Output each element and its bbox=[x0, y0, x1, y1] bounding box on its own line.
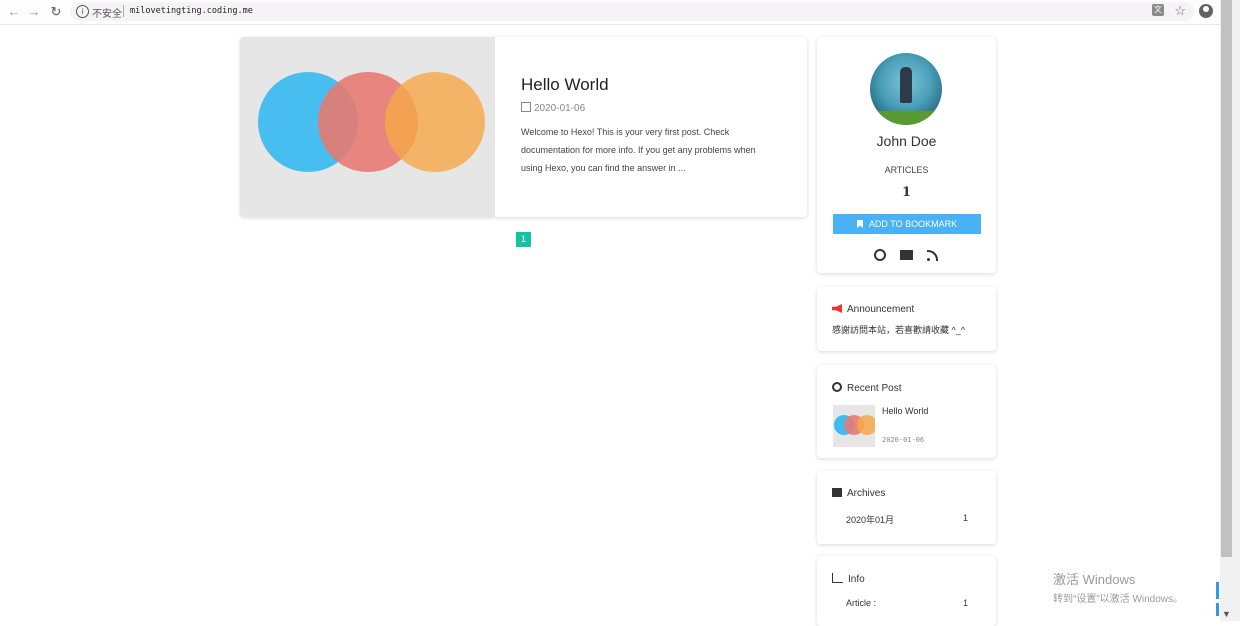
archive-item[interactable]: 2020年01月 1 bbox=[846, 513, 968, 526]
info-card: Info Article : 1 bbox=[817, 556, 996, 626]
recent-post-item-date: 2020-01-06 bbox=[882, 436, 925, 444]
profile-card: John Doe ARTICLES 1 ADD TO BOOKMARK bbox=[817, 37, 996, 273]
scroll-down-icon[interactable]: ▼ bbox=[1222, 609, 1231, 619]
recent-post-title: Recent Post bbox=[847, 383, 902, 394]
info-item: Article : 1 bbox=[846, 598, 968, 608]
calendar-icon bbox=[521, 102, 531, 112]
info-icon[interactable]: i bbox=[76, 5, 89, 18]
url-text[interactable]: milovetingting.coding.me bbox=[130, 6, 253, 16]
github-icon[interactable] bbox=[873, 248, 886, 261]
archives-heading: Archives bbox=[832, 488, 885, 499]
social-links bbox=[817, 246, 996, 264]
post-date-text: 2020-01-06 bbox=[534, 103, 586, 114]
avatar bbox=[870, 53, 942, 125]
recent-post-card: Recent Post Hello World 2020-01-06 bbox=[817, 365, 996, 458]
bookmark-label: ADD TO BOOKMARK bbox=[868, 219, 958, 229]
email-icon[interactable] bbox=[900, 249, 913, 260]
profile-icon[interactable] bbox=[1199, 4, 1213, 18]
archive-item-label: 2020年01月 bbox=[846, 515, 895, 525]
info-item-label: Article : bbox=[846, 598, 877, 608]
windows-activation-watermark: 激活 Windows 转到“设置”以激活 Windows。 bbox=[1053, 569, 1183, 605]
divider bbox=[123, 5, 124, 17]
megaphone-icon bbox=[832, 304, 842, 313]
back-arrow-icon[interactable]: ← bbox=[6, 4, 22, 20]
pagination-current[interactable]: 1 bbox=[516, 232, 531, 247]
thumbnail-circle bbox=[857, 415, 875, 435]
scrollbar-thumb[interactable] bbox=[1221, 0, 1232, 557]
author-name: John Doe bbox=[876, 133, 937, 149]
reload-icon[interactable]: ↻ bbox=[48, 4, 64, 20]
add-to-bookmark-button[interactable]: ADD TO BOOKMARK bbox=[833, 214, 981, 234]
archive-icon bbox=[832, 488, 842, 497]
security-label: 不安全 bbox=[92, 9, 122, 20]
post-title[interactable]: Hello World bbox=[521, 75, 609, 95]
browser-toolbar: ← → ↻ i 不安全 milovetingting.coding.me 文 ☆ bbox=[0, 0, 1220, 25]
info-item-count: 1 bbox=[962, 598, 968, 608]
articles-count[interactable]: 1 bbox=[817, 185, 996, 200]
page-scrollbar[interactable]: ▼ bbox=[1216, 0, 1240, 621]
bookmark-icon bbox=[856, 220, 863, 228]
archive-item-count: 1 bbox=[962, 513, 968, 523]
archives-title: Archives bbox=[847, 488, 886, 499]
thumbnail-circle bbox=[385, 72, 485, 172]
post-thumbnail[interactable] bbox=[240, 37, 495, 217]
announcement-text: 感謝訪問本站，若喜歡請收藏 ^_^ bbox=[832, 325, 965, 335]
forward-arrow-icon[interactable]: → bbox=[26, 4, 42, 20]
post-excerpt: Welcome to Hexo! This is your very first… bbox=[521, 127, 756, 173]
announcement-heading: Announcement bbox=[832, 304, 914, 315]
avatar-grass bbox=[870, 111, 942, 125]
bookmark-star-icon[interactable]: ☆ bbox=[1174, 3, 1186, 19]
recent-post-item-title[interactable]: Hello World bbox=[882, 406, 928, 416]
recent-post-heading: Recent Post bbox=[832, 382, 901, 394]
address-bar[interactable]: i 不安全 milovetingting.coding.me 文 ☆ bbox=[70, 2, 1194, 21]
recent-post-thumbnail[interactable] bbox=[833, 405, 875, 447]
post-date: 2020-01-06 bbox=[521, 102, 585, 114]
rss-icon[interactable] bbox=[927, 249, 939, 261]
line-chart-icon bbox=[832, 573, 843, 583]
avatar-figure bbox=[900, 67, 912, 103]
scroll-indicator bbox=[1216, 582, 1219, 599]
watermark-line1: 激活 Windows bbox=[1053, 572, 1136, 587]
post-card[interactable]: Hello World 2020-01-06 Welcome to Hexo! … bbox=[240, 37, 807, 217]
info-heading: Info bbox=[832, 573, 865, 585]
archives-card: Archives 2020年01月 1 bbox=[817, 471, 996, 544]
translate-icon[interactable]: 文 bbox=[1152, 4, 1164, 16]
announcement-card: Announcement 感謝訪問本站，若喜歡請收藏 ^_^ bbox=[817, 287, 996, 351]
announcement-title: Announcement bbox=[847, 304, 915, 315]
history-icon bbox=[832, 382, 842, 392]
scroll-indicator bbox=[1216, 603, 1219, 616]
info-title: Info bbox=[848, 574, 865, 585]
watermark-line2: 转到“设置”以激活 Windows。 bbox=[1053, 594, 1184, 605]
articles-label: ARTICLES bbox=[884, 165, 929, 175]
